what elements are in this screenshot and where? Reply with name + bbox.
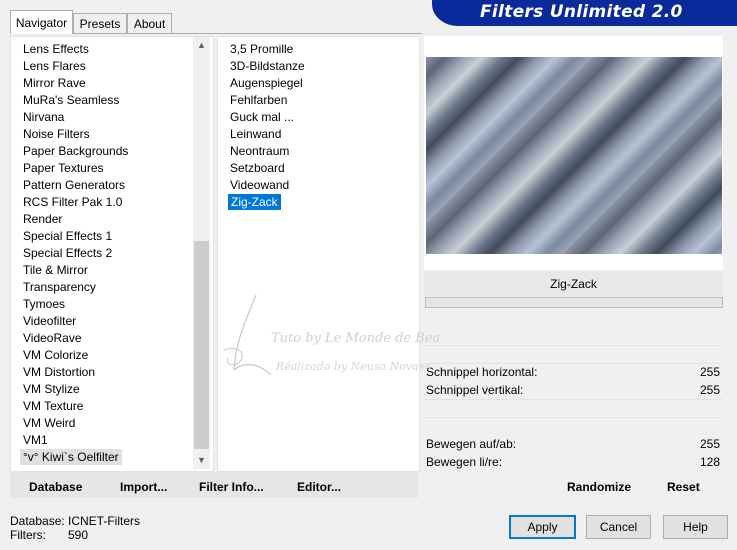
param-label-schnippel-horizontal: Schnippel horizontal:	[426, 365, 538, 379]
apply-button[interactable]: Apply	[509, 515, 576, 539]
category-item[interactable]: Videofilter	[23, 313, 76, 329]
randomize-button[interactable]: Randomize	[567, 479, 631, 495]
scrollbar-thumb[interactable]	[194, 241, 209, 449]
category-item[interactable]: VM Distortion	[23, 364, 95, 380]
category-item[interactable]: Mirror Rave	[23, 75, 86, 91]
app-title: Filters Unlimited 2.0	[480, 2, 683, 22]
database-value: ICNET-Filters	[68, 514, 140, 528]
category-item[interactable]: Tymoes	[23, 296, 65, 312]
category-item[interactable]: VM Colorize	[23, 347, 88, 363]
tab-navigator[interactable]: Navigator	[10, 10, 73, 34]
filter-item[interactable]: Fehlfarben	[230, 92, 287, 108]
progress-bar	[425, 297, 723, 308]
tab-about[interactable]: About	[127, 13, 172, 33]
category-item[interactable]: VM Texture	[23, 398, 83, 414]
param-label-schnippel-vertikal: Schnippel vertikal:	[426, 383, 524, 397]
selected-filter-name: Zig-Zack	[424, 272, 723, 296]
category-item[interactable]: Special Effects 2	[23, 245, 112, 261]
category-item[interactable]: Paper Backgrounds	[23, 143, 128, 159]
reset-button[interactable]: Reset	[667, 479, 700, 495]
param-label-bewegen-auf-ab: Bewegen auf/ab:	[426, 437, 517, 451]
cancel-button[interactable]: Cancel	[586, 515, 651, 539]
database-label: Database:	[10, 514, 65, 528]
category-item[interactable]: VM Stylize	[23, 381, 80, 397]
import-button[interactable]: Import...	[120, 479, 167, 495]
preview-image	[426, 57, 722, 254]
category-item[interactable]: Special Effects 1	[23, 228, 112, 244]
param-value-bewegen-auf-ab[interactable]: 255	[700, 436, 720, 452]
tab-presets[interactable]: Presets	[73, 13, 127, 33]
filter-item[interactable]: Setzboard	[230, 160, 285, 176]
param-separator	[424, 417, 723, 418]
database-button[interactable]: Database	[29, 479, 82, 495]
filters-count: 590	[68, 528, 89, 542]
category-item[interactable]: °v° Kiwi`s Oelfilter	[20, 449, 122, 465]
param-label-bewegen-li-re: Bewegen li/re:	[426, 455, 503, 469]
filter-item[interactable]: 3D-Bildstanze	[230, 58, 305, 74]
filter-item[interactable]: Guck mal ...	[230, 109, 294, 125]
param-value-bewegen-li-re[interactable]: 128	[700, 454, 720, 470]
category-item[interactable]: Noise Filters	[23, 126, 90, 142]
filter-list[interactable]: 3,5 Promille 3D-Bildstanze Augenspiegel Feh…	[217, 36, 420, 472]
filter-item[interactable]: Augenspiegel	[230, 75, 303, 91]
param-separator	[424, 345, 723, 346]
category-item[interactable]: Lens Effects	[23, 41, 89, 57]
help-button[interactable]: Help	[663, 515, 728, 539]
category-item[interactable]: Nirvana	[23, 109, 64, 125]
editor-button[interactable]: Editor...	[297, 479, 341, 495]
category-item[interactable]: VM1	[23, 432, 48, 448]
filter-item[interactable]: 3,5 Promille	[230, 41, 293, 57]
category-item[interactable]: Paper Textures	[23, 160, 104, 176]
category-list[interactable]: Lens Effects Lens Flares Mirror Rave MuRa's…	[10, 36, 214, 472]
category-item[interactable]: RCS Filter Pak 1.0	[23, 194, 122, 210]
category-item[interactable]: MuRa's Seamless	[23, 92, 119, 108]
category-item[interactable]: VideoRave	[23, 330, 82, 346]
category-item[interactable]: Lens Flares	[23, 58, 86, 74]
category-item[interactable]: Transparency	[23, 279, 96, 295]
scroll-up-arrow-icon[interactable]: ▲	[193, 37, 210, 54]
category-item[interactable]: VM Weird	[23, 415, 75, 431]
category-item[interactable]: Render	[23, 211, 62, 227]
param-value-schnippel-horizontal[interactable]: 255	[700, 364, 720, 380]
filter-info-button[interactable]: Filter Info...	[199, 479, 264, 495]
filter-item[interactable]: Zig-Zack	[228, 194, 281, 210]
param-value-schnippel-vertikal[interactable]: 255	[700, 382, 720, 398]
param-separator	[424, 399, 723, 400]
scroll-down-arrow-icon[interactable]: ▼	[193, 452, 210, 469]
filter-item[interactable]: Videowand	[230, 177, 289, 193]
filters-label: Filters:	[10, 528, 46, 542]
category-scrollbar[interactable]: ▲ ▼	[193, 37, 210, 469]
category-item[interactable]: Tile & Mirror	[23, 262, 88, 278]
category-item[interactable]: Pattern Generators	[23, 177, 125, 193]
filter-item[interactable]: Leinwand	[230, 126, 281, 142]
filter-item[interactable]: Neontraum	[230, 143, 289, 159]
